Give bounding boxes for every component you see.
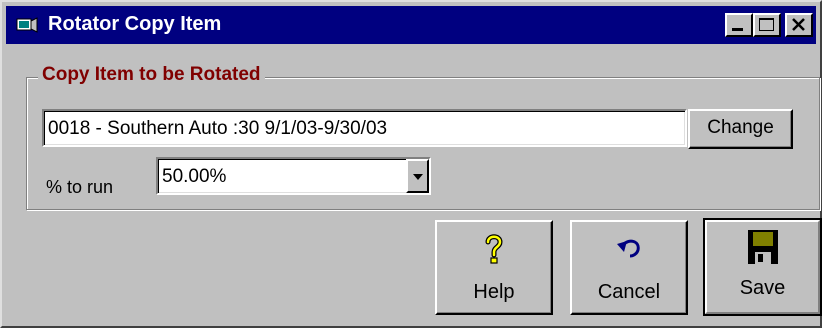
minimize-icon	[732, 28, 743, 31]
maximize-icon	[759, 18, 774, 31]
title-bar[interactable]: Rotator Copy Item	[6, 6, 816, 44]
cancel-label: Cancel	[597, 281, 661, 303]
help-label: Help	[473, 281, 515, 303]
window-title: Rotator Copy Item	[48, 13, 222, 35]
percent-value: 50.00%	[162, 166, 227, 187]
chevron-down-icon	[413, 174, 423, 180]
dropdown-button[interactable]	[406, 159, 429, 193]
percent-label: % to run	[46, 177, 114, 197]
group-label: Copy Item to be Rotated	[38, 64, 265, 86]
copy-item-field[interactable]: 0018 - Southern Auto :30 9/1/03-9/30/03	[42, 109, 687, 147]
percent-combobox[interactable]: 50.00%	[156, 157, 431, 195]
undo-arrow-icon	[617, 239, 640, 258]
save-label: Save	[739, 277, 786, 299]
close-button[interactable]	[785, 13, 813, 37]
copy-item-value: 0018 - Southern Auto :30 9/1/03-9/30/03	[48, 118, 388, 139]
save-button[interactable]: Save	[703, 218, 822, 316]
change-button[interactable]: Change	[688, 109, 793, 149]
cancel-button[interactable]: Cancel	[570, 220, 688, 315]
help-button[interactable]: Help	[435, 220, 553, 315]
maximize-button[interactable]	[753, 13, 781, 37]
dialog-window: Rotator Copy Item Copy Item to be Rotate…	[0, 0, 822, 328]
question-mark-icon	[485, 234, 503, 264]
floppy-disk-icon	[747, 230, 778, 264]
app-icon	[16, 17, 38, 33]
minimize-button[interactable]	[725, 13, 753, 37]
close-icon	[792, 18, 805, 31]
